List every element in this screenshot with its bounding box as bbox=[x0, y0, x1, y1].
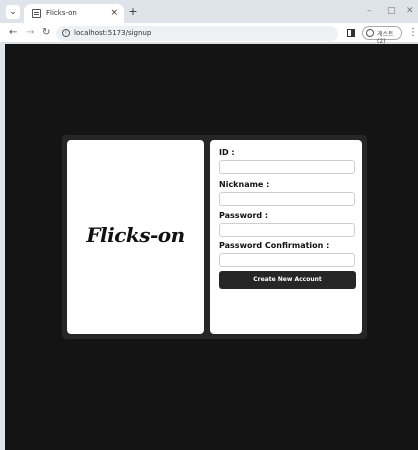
signup-form: ID : Nickname : Password : Password Conf… bbox=[210, 140, 362, 334]
profile-avatar-icon bbox=[366, 29, 374, 37]
minimize-icon[interactable]: – bbox=[367, 6, 372, 16]
password-input[interactable] bbox=[219, 223, 355, 237]
browser-toolbar: ← → ↻ i localhost:5173/signup 게스트(2) ⋮ bbox=[0, 23, 418, 45]
profile-button[interactable]: 게스트(2) bbox=[362, 26, 402, 45]
nickname-label: Nickname : bbox=[219, 180, 270, 189]
window-close-icon[interactable]: ✕ bbox=[406, 6, 414, 16]
address-bar[interactable]: i localhost:5173/signup bbox=[56, 26, 338, 41]
tab-title: Flicks-on bbox=[46, 9, 77, 17]
id-input[interactable] bbox=[219, 160, 355, 174]
side-panel-icon[interactable] bbox=[347, 29, 355, 37]
new-tab-button[interactable]: + bbox=[128, 6, 138, 17]
tab-search-icon[interactable]: ⌄ bbox=[6, 5, 20, 19]
password-confirm-label: Password Confirmation : bbox=[219, 241, 330, 250]
signup-card: Flicks-on ID : Nickname : Password : Pas… bbox=[62, 135, 367, 339]
more-menu-icon[interactable]: ⋮ bbox=[408, 27, 418, 39]
brand-logo: Flicks-on bbox=[86, 223, 185, 247]
forward-arrow-icon[interactable]: → bbox=[26, 27, 34, 39]
logo-panel: Flicks-on bbox=[67, 140, 204, 334]
back-arrow-icon[interactable]: ← bbox=[9, 27, 17, 39]
maximize-icon[interactable]: □ bbox=[387, 6, 396, 16]
favicon-icon bbox=[32, 9, 41, 18]
password-confirm-input[interactable] bbox=[219, 253, 355, 267]
id-label: ID : bbox=[219, 148, 235, 157]
site-info-icon[interactable]: i bbox=[62, 29, 70, 37]
create-account-button[interactable]: Create New Account bbox=[219, 271, 356, 289]
password-label: Password : bbox=[219, 211, 269, 220]
profile-label: 게스트(2) bbox=[377, 31, 394, 45]
nickname-input[interactable] bbox=[219, 192, 355, 206]
page-viewport: Flicks-on ID : Nickname : Password : Pas… bbox=[5, 44, 418, 450]
close-tab-icon[interactable]: × bbox=[110, 8, 118, 18]
reload-icon[interactable]: ↻ bbox=[42, 27, 50, 39]
url-text: localhost:5173/signup bbox=[74, 29, 152, 37]
tab-strip: ⌄ Flicks-on × + – □ ✕ bbox=[0, 0, 418, 23]
tab-flicks-on[interactable]: Flicks-on × bbox=[24, 4, 124, 23]
